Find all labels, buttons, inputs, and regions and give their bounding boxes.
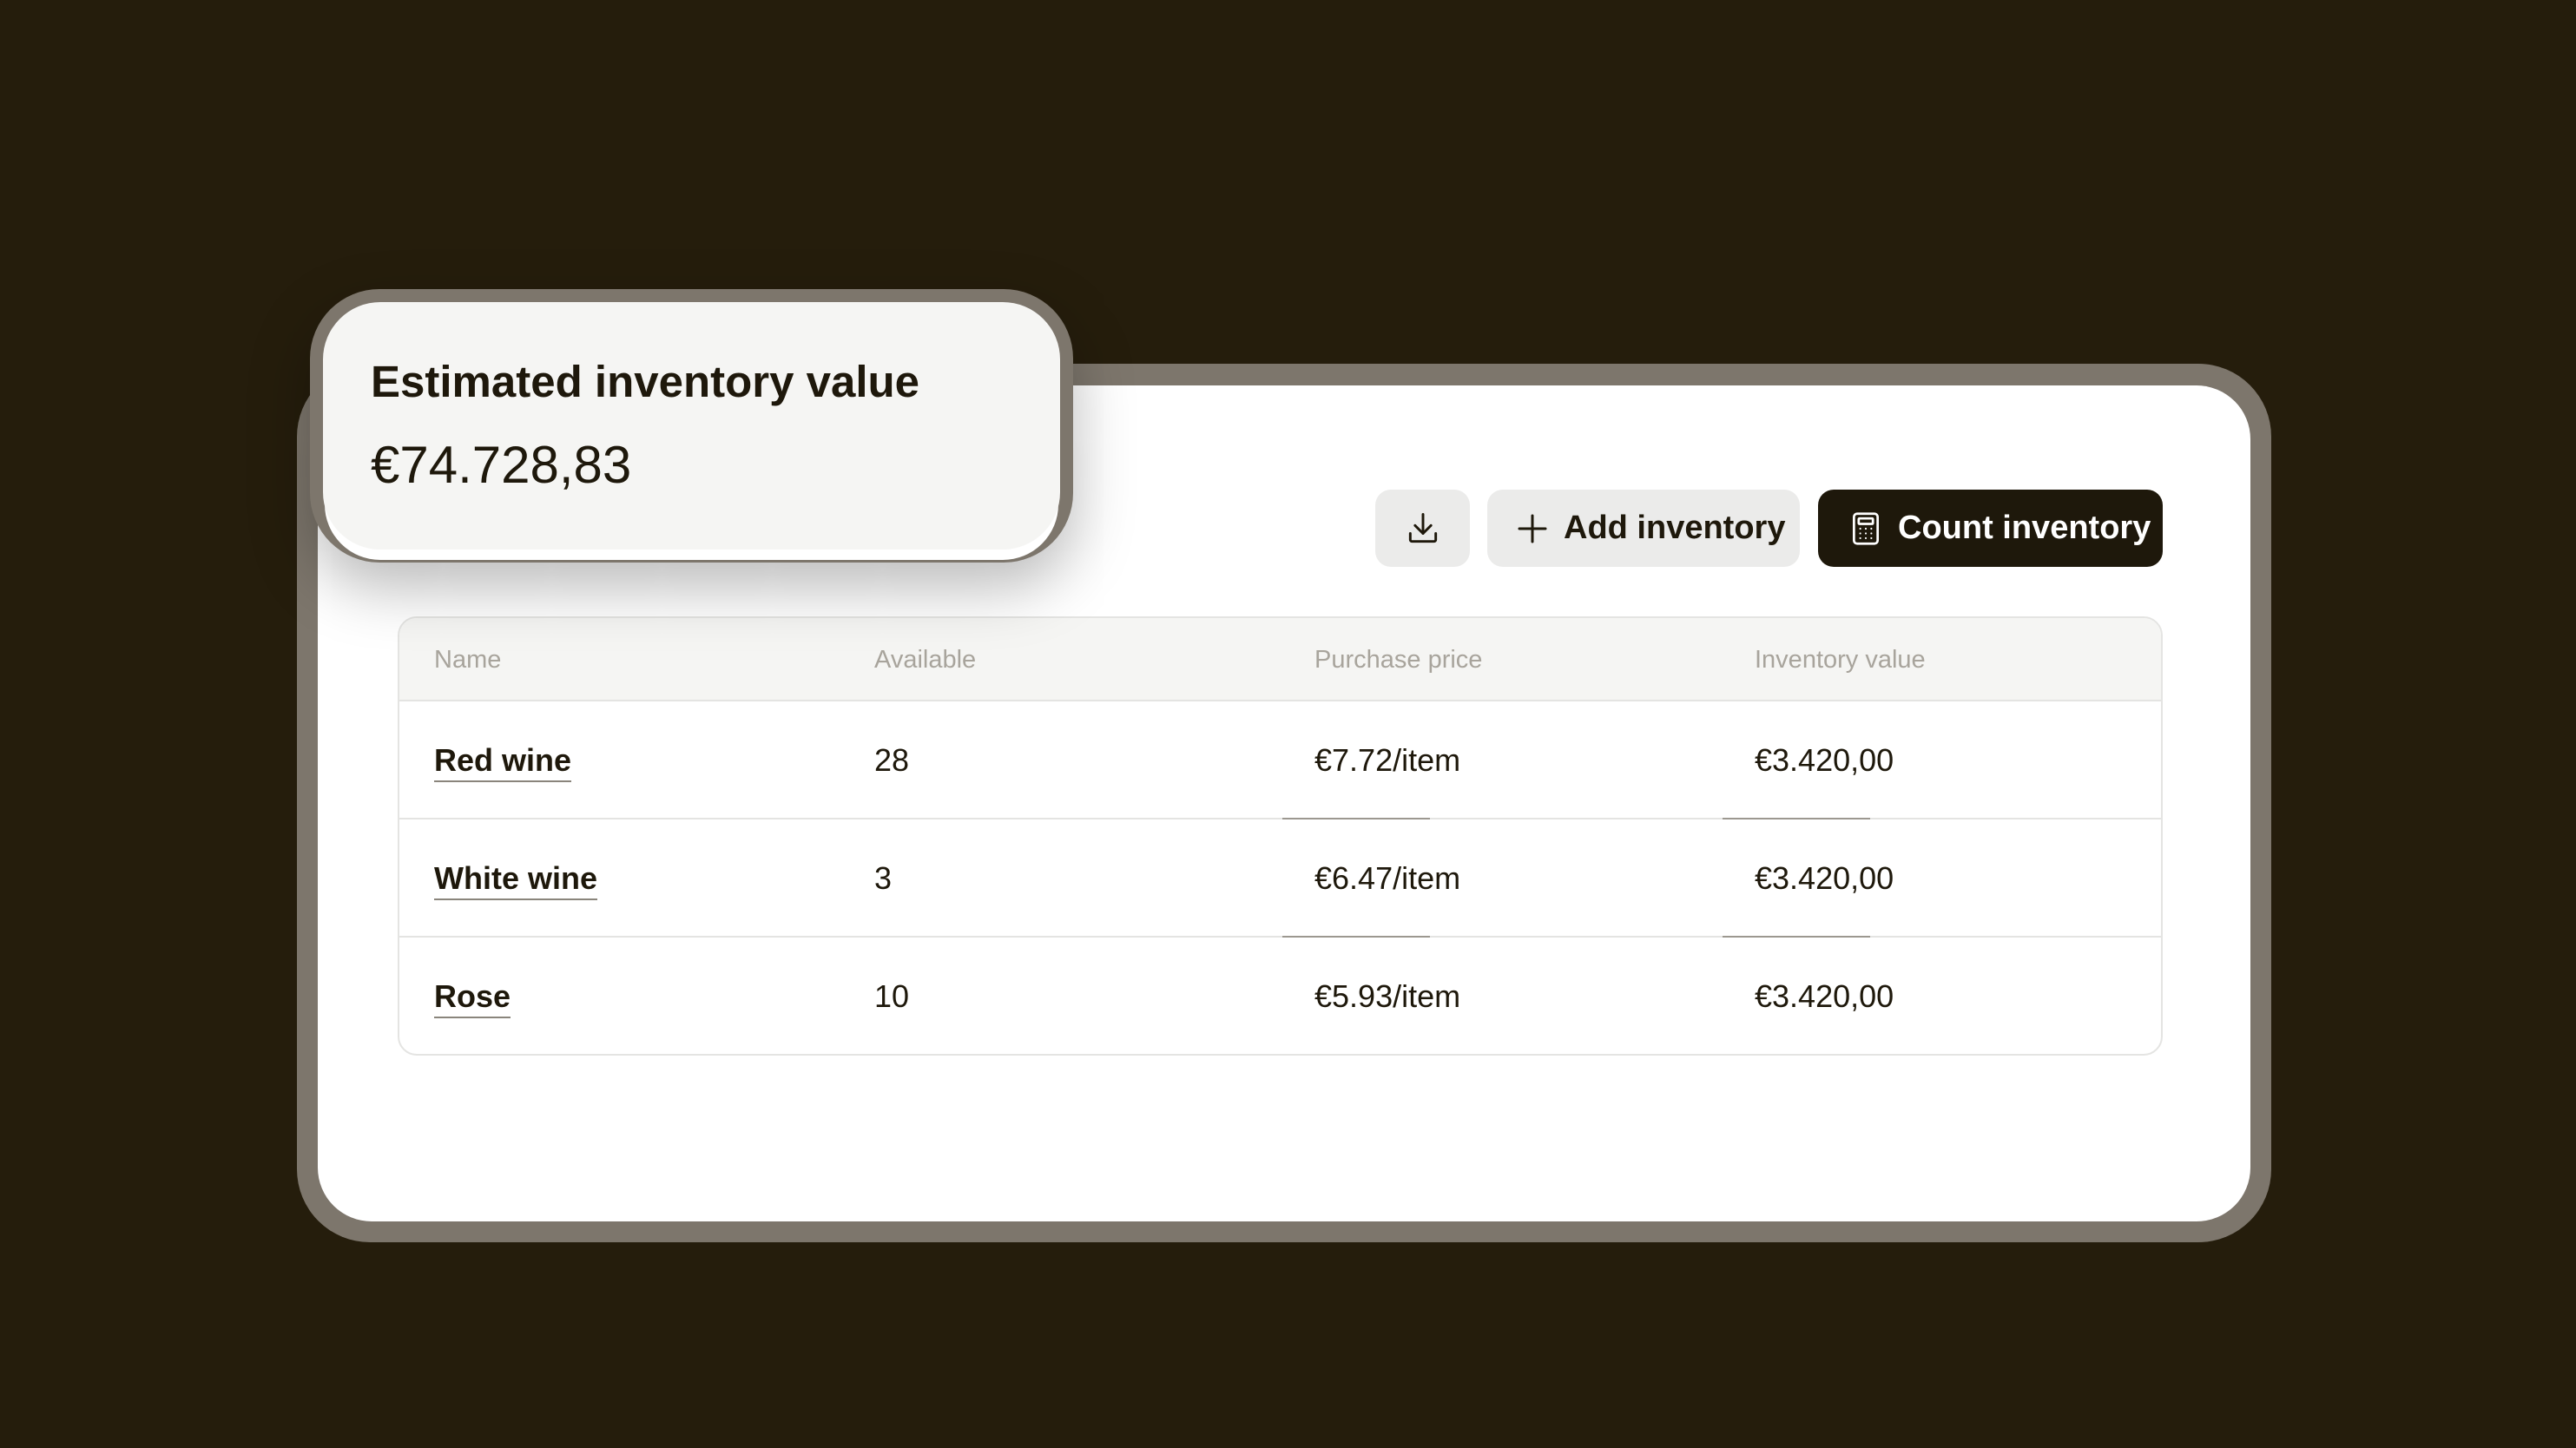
item-name-cell: Rose — [434, 938, 511, 1054]
column-header-purchase-price[interactable]: Purchase price — [1314, 618, 1482, 701]
inventory-value-cell: €3.420,00 — [1755, 978, 1894, 1014]
table-row[interactable]: Rose 10 €5.93/item €3.420,00 — [399, 938, 2161, 1054]
inventory-value-cell: €3.420,00 — [1755, 860, 1894, 896]
estimated-value-title: Estimated inventory value — [371, 357, 920, 406]
download-icon — [1408, 512, 1437, 543]
available-cell: 3 — [874, 860, 893, 896]
item-name-cell: White wine — [434, 819, 597, 938]
item-name-link[interactable]: Rose — [434, 979, 511, 1018]
inventory-table: Name Available Purchase price Inventory … — [398, 616, 2163, 1056]
item-name-cell: Red wine — [434, 701, 572, 819]
column-header-inventory-value[interactable]: Inventory value — [1755, 618, 1926, 701]
download-button[interactable] — [1375, 490, 1470, 567]
purchase-price-cell: €7.72/item — [1314, 742, 1461, 778]
available-cell: 28 — [874, 742, 910, 778]
item-name-link[interactable]: Red wine — [434, 743, 572, 782]
estimated-value-card: Estimated inventory value €74.728,83 — [323, 302, 1060, 550]
purchase-price-cell: €6.47/item — [1314, 860, 1461, 896]
item-name-link[interactable]: White wine — [434, 861, 597, 900]
calculator-icon — [1853, 511, 1879, 545]
column-header-available[interactable]: Available — [874, 618, 976, 701]
count-inventory-label: Count inventory — [1898, 510, 2151, 546]
plus-icon — [1518, 514, 1547, 543]
column-header-name[interactable]: Name — [434, 618, 501, 701]
table-row[interactable]: Red wine 28 €7.72/item €3.420,00 — [399, 701, 2161, 819]
estimated-value-amount: €74.728,83 — [371, 436, 632, 494]
available-cell: 10 — [874, 978, 910, 1014]
inventory-value-cell: €3.420,00 — [1755, 742, 1894, 778]
table-header: Name Available Purchase price Inventory … — [399, 618, 2161, 701]
table-row[interactable]: White wine 3 €6.47/item €3.420,00 — [399, 819, 2161, 938]
add-inventory-label: Add inventory — [1564, 510, 1786, 546]
purchase-price-cell: €5.93/item — [1314, 978, 1461, 1014]
add-inventory-button[interactable]: Add inventory — [1487, 490, 1800, 567]
count-inventory-button[interactable]: Count inventory — [1818, 490, 2163, 567]
